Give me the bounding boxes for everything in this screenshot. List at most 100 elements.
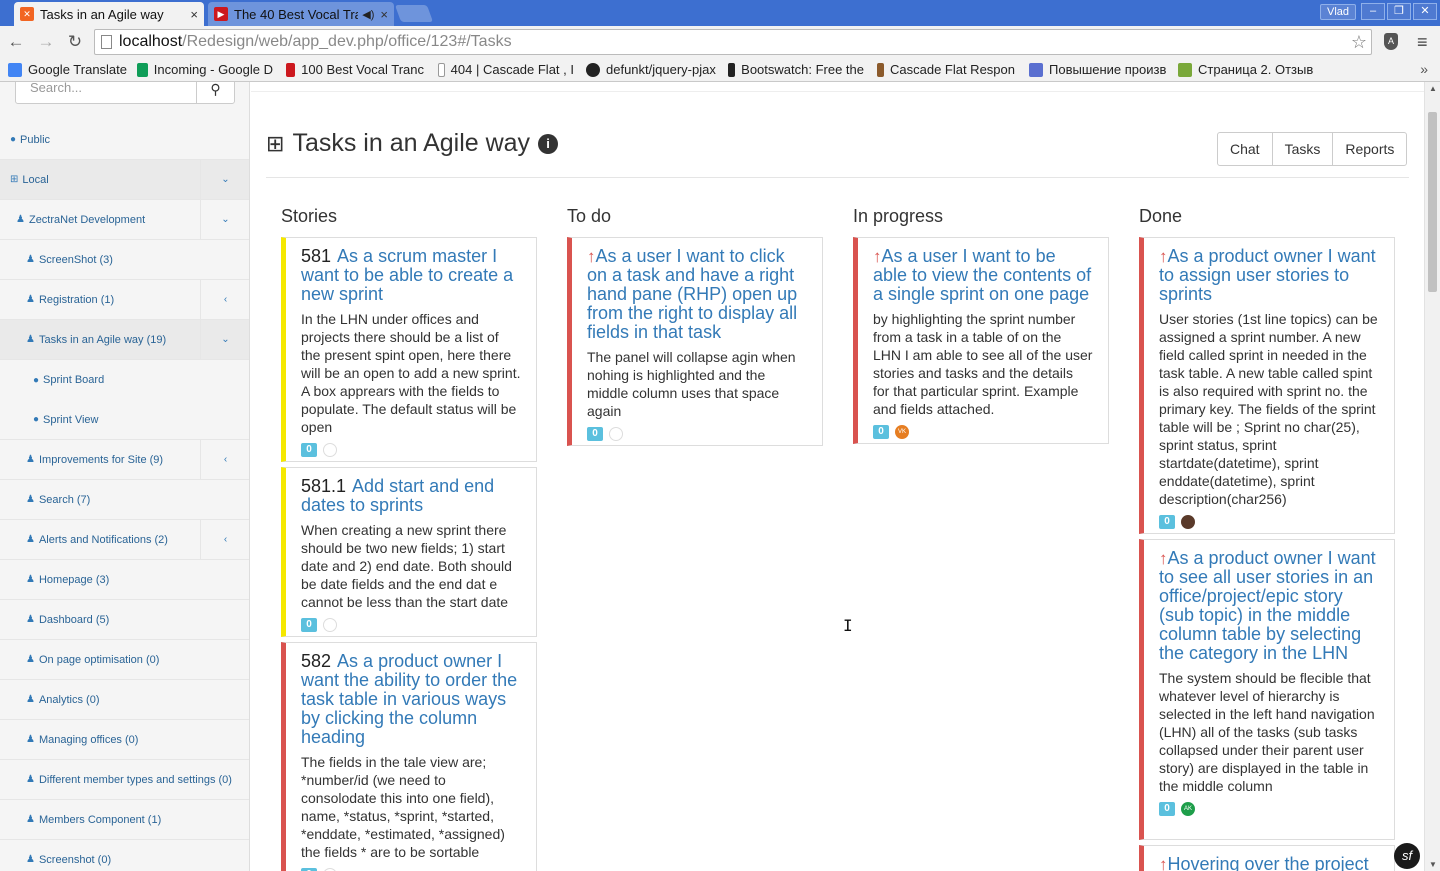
bookmark-star-icon[interactable]: ☆ [1351, 30, 1367, 54]
nav-label: Search (7) [38, 493, 91, 506]
bookmark-item[interactable]: defunkt/jquery-pjax [586, 62, 716, 77]
nav-item-sprint-board[interactable]: ● Sprint Board [0, 360, 249, 400]
avatar[interactable] [323, 443, 337, 457]
bookmark-item[interactable]: Cascade Flat Respon [877, 62, 1015, 77]
chevron-left-icon[interactable]: ‹ [200, 520, 249, 560]
bookmark-item[interactable]: Google Translate [8, 62, 127, 77]
nav-item-alerts[interactable]: ♟ Alerts and Notifications (2) ‹ [0, 520, 249, 560]
nav-item-on-page-optimisation[interactable]: ♟ On page optimisation (0) [0, 640, 249, 680]
minimize-button[interactable]: – [1361, 3, 1385, 20]
nav-item-local[interactable]: ⊞ Local ⌄ [0, 160, 249, 200]
column-title-stories: Stories [281, 206, 338, 226]
nav-item-analytics[interactable]: ♟ Analytics (0) [0, 680, 249, 720]
more-bookmarks-icon[interactable]: » [1420, 61, 1428, 77]
task-title-link[interactable]: As a user I want to be able to view the … [873, 246, 1091, 304]
nav-item-member-types[interactable]: ♟ Different member types and settings (0) [0, 760, 249, 800]
story-card[interactable]: 581.1 Add start and end dates to sprints … [281, 467, 537, 637]
priority-up-icon: ↑ [1159, 247, 1168, 266]
profile-button[interactable]: Vlad [1320, 4, 1357, 20]
chevron-left-icon[interactable]: ‹ [200, 280, 249, 320]
url-host: localhost [119, 33, 183, 50]
close-window-button[interactable]: ✕ [1413, 3, 1437, 20]
card-description: The panel will collapse agin when nohing… [587, 349, 796, 419]
task-title-link[interactable]: Hovering over the project [1168, 854, 1369, 871]
address-bar[interactable]: localhost/Redesign/web/app_dev.php/offic… [94, 29, 1372, 55]
tab-tasks[interactable]: ✕ Tasks in an Agile way × [14, 2, 204, 26]
header-divider [266, 177, 1409, 178]
bookmark-item[interactable]: Страница 2. Отзыв [1178, 62, 1316, 77]
search-input[interactable]: Search... [30, 82, 82, 95]
extension-icon[interactable]: A [1384, 33, 1398, 50]
menu-icon[interactable]: ≡ [1417, 32, 1428, 53]
nav-item-screenshot-2[interactable]: ♟ Screenshot (0) [0, 840, 249, 871]
bookmark-item[interactable]: Bootswatch: Free the [728, 62, 864, 77]
nav-item-members-component[interactable]: ♟ Members Component (1) [0, 800, 249, 840]
avatar[interactable]: AK [1181, 802, 1195, 816]
speaker-icon[interactable]: ◀) [362, 8, 374, 21]
task-card[interactable]: ↑Hovering over the project [1139, 845, 1395, 871]
nav-item-screenshot[interactable]: ♟ ScreenShot (3) [0, 240, 249, 280]
search-icon[interactable]: ⚲ [196, 82, 234, 103]
nav-item-homepage[interactable]: ♟ Homepage (3) [0, 560, 249, 600]
symfony-toolbar-icon[interactable]: sf [1394, 843, 1420, 869]
info-icon[interactable]: i [538, 133, 559, 154]
nav-item-managing-offices[interactable]: ♟ Managing offices (0) [0, 720, 249, 760]
bookmark-label: 404 | Cascade Flat , I [450, 62, 574, 77]
card-title: ↑Hovering over the project [1159, 855, 1379, 871]
nav-item-public[interactable]: ● Public [0, 120, 249, 160]
task-title-link[interactable]: As a user I want to click on a task and … [587, 246, 797, 342]
scrollbar-thumb[interactable] [1428, 112, 1437, 292]
tab-youtube[interactable]: ▶ The 40 Best Vocal Tra ◀) × [208, 2, 394, 26]
task-card[interactable]: ↑As a user I want to be able to view the… [853, 237, 1109, 444]
avatar[interactable] [609, 427, 623, 441]
bookmark-item[interactable]: Incoming - Google D [137, 62, 273, 77]
avatar[interactable] [323, 618, 337, 632]
nav-label: Registration (1) [38, 293, 115, 306]
chevron-left-icon[interactable]: ‹ [200, 440, 249, 480]
nav-item-registration[interactable]: ♟ Registration (1) ‹ [0, 280, 249, 320]
nav-label: Sprint Board [43, 374, 105, 386]
avatar[interactable] [1181, 515, 1195, 529]
tab-close-icon[interactable]: × [380, 7, 388, 22]
maximize-button[interactable]: ❐ [1387, 3, 1411, 20]
forward-icon[interactable]: → [36, 32, 56, 52]
story-title-link[interactable]: As a product owner I want the ability to… [301, 651, 517, 747]
chat-button[interactable]: Chat [1217, 132, 1273, 166]
task-card[interactable]: ↑As a product owner I want to see all us… [1139, 539, 1395, 840]
nav-item-dashboard[interactable]: ♟ Dashboard (5) [0, 600, 249, 640]
tasks-button[interactable]: Tasks [1271, 132, 1334, 166]
nav-label: Screenshot (0) [38, 853, 112, 866]
page-title-text: Tasks in an Agile way [292, 129, 531, 157]
nav-item-sprint-view[interactable]: ● Sprint View [0, 400, 249, 440]
bookmark-item[interactable]: Повышение произв [1029, 62, 1167, 77]
user-icon: ♟ [26, 734, 35, 745]
tab-close-icon[interactable]: × [190, 7, 198, 22]
task-title-link[interactable]: As a product owner I want to see all use… [1159, 548, 1376, 663]
page-scrollbar[interactable]: ▲ ▼ [1424, 82, 1440, 871]
story-card[interactable]: 582 As a product owner I want the ability… [281, 642, 537, 871]
chevron-down-icon[interactable]: ⌄ [200, 160, 249, 200]
task-title-link[interactable]: As a product owner I want to assign user… [1159, 246, 1376, 304]
new-tab-button[interactable] [394, 5, 434, 22]
task-card[interactable]: ↑As a product owner I want to assign use… [1139, 237, 1395, 534]
chevron-down-icon[interactable]: ⌄ [200, 320, 249, 360]
nav-item-tasks-agile[interactable]: ♟ Tasks in an Agile way (19) ⌄ [0, 320, 249, 360]
story-card[interactable]: 581 As a scrum master I want to be able t… [281, 237, 537, 462]
back-icon[interactable]: ← [6, 32, 26, 52]
story-title-link[interactable]: As a scrum master I want to be able to c… [301, 246, 513, 304]
nav-item-zectranet[interactable]: ♟ ZectraNet Development ⌄ [0, 200, 249, 240]
reload-icon[interactable]: ↻ [65, 32, 85, 52]
nav-item-improvements[interactable]: ♟ Improvements for Site (9) ‹ [0, 440, 249, 480]
task-card[interactable]: ↑As a user I want to click on a task and… [567, 237, 823, 446]
bookmark-item[interactable]: 100 Best Vocal Tranc [286, 62, 424, 77]
scroll-up-icon[interactable]: ▲ [1429, 84, 1437, 93]
nav-item-search[interactable]: ♟ Search (7) [0, 480, 249, 520]
reports-button[interactable]: Reports [1332, 132, 1408, 166]
avatar[interactable]: VK [895, 425, 909, 439]
user-icon: ♟ [26, 814, 35, 825]
scroll-down-icon[interactable]: ▼ [1429, 860, 1437, 869]
nav-label: Homepage (3) [38, 573, 110, 586]
bookmark-item[interactable]: 404 | Cascade Flat , I [438, 62, 574, 77]
chevron-down-icon[interactable]: ⌄ [200, 200, 249, 240]
browser-tabstrip: ✕ Tasks in an Agile way × ▶ The 40 Best … [0, 0, 1440, 26]
